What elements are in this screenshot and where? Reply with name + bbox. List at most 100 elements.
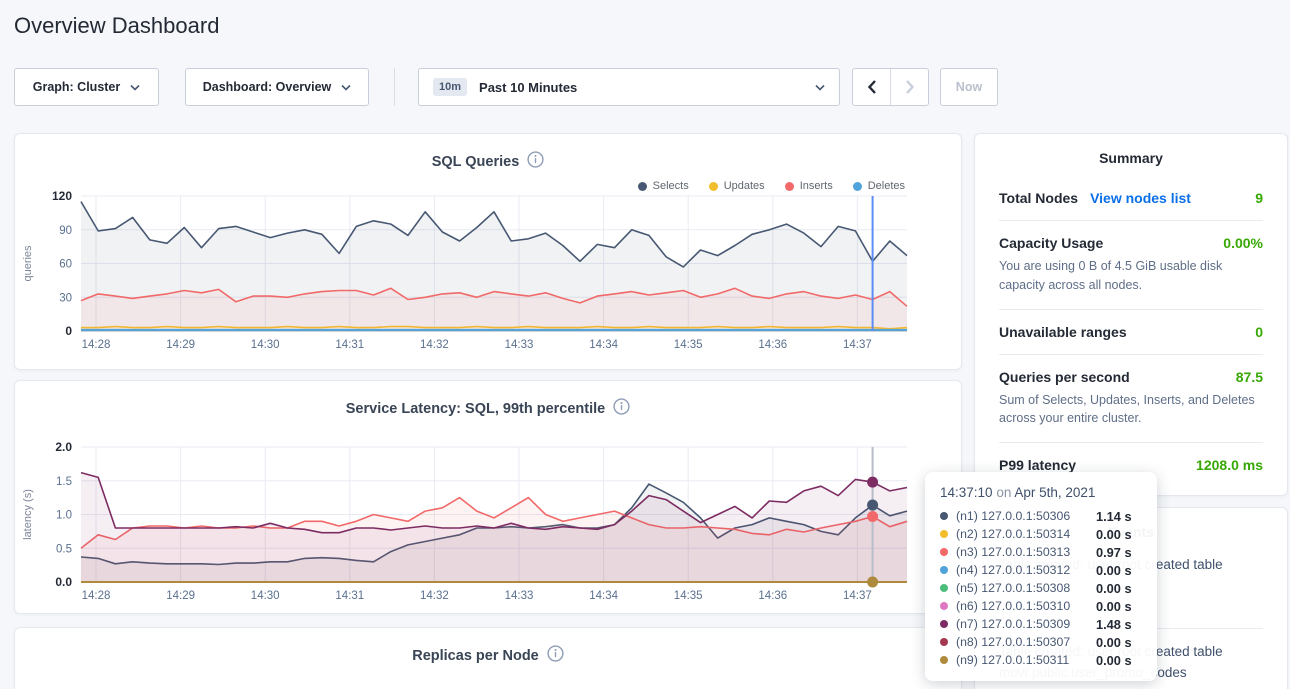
node-address: (n6) 127.0.0.1:50310 bbox=[956, 599, 1096, 613]
chevron-down-icon bbox=[130, 78, 140, 96]
svg-text:0.0: 0.0 bbox=[55, 575, 72, 589]
svg-text:queries: queries bbox=[22, 245, 34, 282]
node-latency-value: 0.00 s bbox=[1096, 599, 1132, 614]
node-address: (n3) 127.0.0.1:50313 bbox=[956, 545, 1096, 559]
graph-selector-label: Graph: Cluster bbox=[33, 80, 121, 94]
node-latency-value: 0.00 s bbox=[1096, 527, 1132, 542]
total-nodes-label: Total Nodes bbox=[999, 190, 1078, 206]
summary-divider bbox=[999, 309, 1263, 310]
service-latency-chart[interactable]: 14:2814:2914:3014:3114:3214:3314:3414:35… bbox=[15, 437, 961, 613]
svg-text:14:36: 14:36 bbox=[758, 590, 787, 602]
node-address: (n1) 127.0.0.1:50306 bbox=[956, 509, 1096, 523]
node-color-dot bbox=[940, 566, 948, 574]
svg-text:30: 30 bbox=[59, 292, 72, 304]
dashboard-selector-label: Dashboard: Overview bbox=[203, 80, 332, 94]
node-latency-value: 0.97 s bbox=[1096, 545, 1132, 560]
tooltip-row: (n2) 127.0.0.1:503140.00 s bbox=[940, 525, 1142, 543]
next-time-button[interactable] bbox=[890, 69, 928, 105]
tooltip-timestamp: 14:37:10 on Apr 5th, 2021 bbox=[940, 485, 1142, 500]
now-button-label: Now bbox=[956, 80, 982, 94]
svg-text:14:30: 14:30 bbox=[251, 590, 280, 602]
svg-text:14:28: 14:28 bbox=[82, 339, 111, 351]
node-color-dot bbox=[940, 656, 948, 664]
time-range-picker[interactable]: 10m Past 10 Minutes bbox=[418, 68, 840, 106]
sql-queries-title: SQL Queries bbox=[432, 154, 520, 170]
tooltip-row: (n3) 127.0.0.1:503130.97 s bbox=[940, 543, 1142, 561]
tooltip-row: (n7) 127.0.0.1:503091.48 s bbox=[940, 615, 1142, 633]
queries-per-second-value: 87.5 bbox=[1236, 369, 1263, 385]
node-color-dot bbox=[940, 638, 948, 646]
summary-divider bbox=[999, 354, 1263, 355]
info-icon[interactable] bbox=[613, 398, 630, 420]
node-address: (n7) 127.0.0.1:50309 bbox=[956, 617, 1096, 631]
tooltip-rows: (n1) 127.0.0.1:503061.14 s(n2) 127.0.0.1… bbox=[940, 507, 1142, 669]
p99-latency-value: 1208.0 ms bbox=[1196, 457, 1263, 473]
qps-description: Sum of Selects, Updates, Inserts, and De… bbox=[999, 391, 1263, 429]
queries-per-second-label: Queries per second bbox=[999, 369, 1130, 385]
svg-text:60: 60 bbox=[59, 259, 72, 271]
node-latency-value: 0.00 s bbox=[1096, 635, 1132, 650]
chart-hover-tooltip: 14:37:10 on Apr 5th, 2021 (n1) 127.0.0.1… bbox=[925, 472, 1157, 681]
svg-text:14:35: 14:35 bbox=[674, 339, 703, 351]
replicas-per-node-card: Replicas per Node bbox=[14, 627, 962, 689]
svg-text:14:34: 14:34 bbox=[589, 590, 618, 602]
node-latency-value: 0.00 s bbox=[1096, 653, 1132, 668]
info-icon[interactable] bbox=[527, 151, 544, 173]
svg-text:latency (s): latency (s) bbox=[22, 489, 34, 540]
node-color-dot bbox=[940, 620, 948, 628]
node-latency-value: 0.00 s bbox=[1096, 563, 1132, 578]
time-step-buttons bbox=[852, 68, 929, 106]
svg-text:14:30: 14:30 bbox=[251, 339, 280, 351]
tooltip-row: (n4) 127.0.0.1:503120.00 s bbox=[940, 561, 1142, 579]
sql-queries-card: SQL Queries SelectsUpdatesInsertsDeletes… bbox=[14, 133, 962, 370]
svg-text:0.5: 0.5 bbox=[56, 543, 72, 555]
svg-text:0: 0 bbox=[65, 324, 72, 338]
dashboard-selector-dropdown[interactable]: Dashboard: Overview bbox=[185, 68, 369, 106]
graph-selector-dropdown[interactable]: Graph: Cluster bbox=[14, 68, 159, 106]
view-nodes-list-link[interactable]: View nodes list bbox=[1090, 190, 1191, 206]
unavailable-ranges-label: Unavailable ranges bbox=[999, 324, 1127, 340]
svg-text:14:37: 14:37 bbox=[843, 590, 872, 602]
capacity-usage-label: Capacity Usage bbox=[999, 235, 1103, 251]
node-color-dot bbox=[940, 584, 948, 592]
summary-unavailable-row: Unavailable ranges 0 bbox=[999, 324, 1263, 340]
svg-text:14:37: 14:37 bbox=[843, 339, 872, 351]
now-button[interactable]: Now bbox=[940, 68, 998, 106]
tooltip-row: (n6) 127.0.0.1:503100.00 s bbox=[940, 597, 1142, 615]
svg-text:120: 120 bbox=[52, 190, 72, 203]
summary-heading: Summary bbox=[999, 150, 1263, 166]
node-latency-value: 1.48 s bbox=[1096, 617, 1132, 632]
node-address: (n5) 127.0.0.1:50308 bbox=[956, 581, 1096, 595]
svg-text:14:32: 14:32 bbox=[420, 339, 449, 351]
svg-text:2.0: 2.0 bbox=[55, 440, 72, 454]
tooltip-row: (n9) 127.0.0.1:503110.00 s bbox=[940, 651, 1142, 669]
tooltip-row: (n5) 127.0.0.1:503080.00 s bbox=[940, 579, 1142, 597]
sql-queries-chart[interactable]: 14:2814:2914:3014:3114:3214:3314:3414:35… bbox=[15, 190, 961, 365]
svg-text:14:33: 14:33 bbox=[505, 590, 534, 602]
summary-panel: Summary Total Nodes View nodes list 9 Ca… bbox=[974, 133, 1288, 496]
node-address: (n2) 127.0.0.1:50314 bbox=[956, 527, 1096, 541]
svg-text:14:29: 14:29 bbox=[166, 590, 195, 602]
node-latency-value: 1.14 s bbox=[1096, 509, 1132, 524]
tooltip-row: (n1) 127.0.0.1:503061.14 s bbox=[940, 507, 1142, 525]
info-icon[interactable] bbox=[547, 645, 564, 667]
time-range-badge: 10m bbox=[433, 78, 467, 96]
prev-time-button[interactable] bbox=[853, 69, 890, 105]
chevron-down-icon bbox=[815, 78, 825, 96]
node-address: (n9) 127.0.0.1:50311 bbox=[956, 653, 1096, 667]
p99-latency-label: P99 latency bbox=[999, 457, 1076, 473]
tooltip-time: 14:37:10 bbox=[940, 485, 993, 500]
tooltip-date: Apr 5th, 2021 bbox=[1014, 485, 1095, 500]
node-address: (n4) 127.0.0.1:50312 bbox=[956, 563, 1096, 577]
svg-text:14:29: 14:29 bbox=[166, 339, 195, 351]
summary-qps-row: Queries per second 87.5 bbox=[999, 369, 1263, 385]
summary-divider bbox=[999, 442, 1263, 443]
service-latency-card: Service Latency: SQL, 99th percentile 14… bbox=[14, 380, 962, 614]
service-latency-title: Service Latency: SQL, 99th percentile bbox=[346, 401, 606, 417]
total-nodes-value: 9 bbox=[1255, 190, 1263, 206]
svg-text:14:36: 14:36 bbox=[758, 339, 787, 351]
node-color-dot bbox=[940, 548, 948, 556]
unavailable-ranges-value: 0 bbox=[1255, 324, 1263, 340]
summary-p99-row: P99 latency 1208.0 ms bbox=[999, 457, 1263, 473]
svg-text:14:28: 14:28 bbox=[82, 590, 111, 602]
